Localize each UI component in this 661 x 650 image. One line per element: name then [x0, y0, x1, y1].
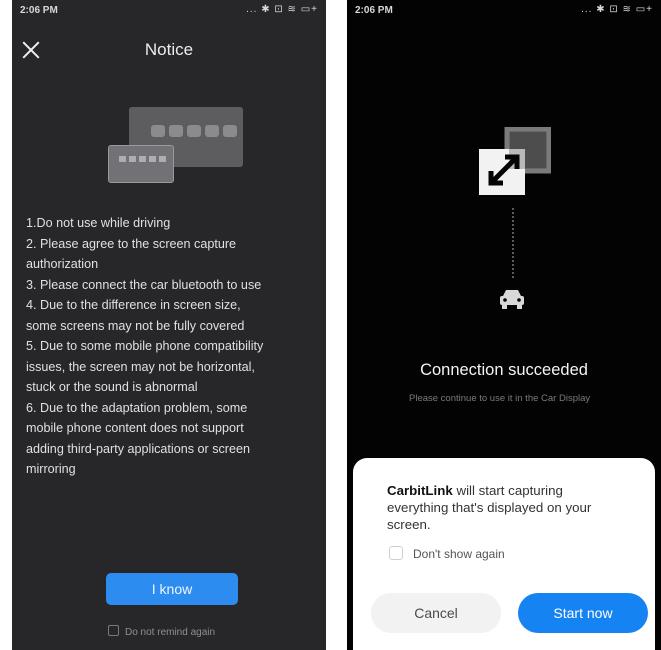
connection-subtitle: Please continue to use it in the Car Dis… [409, 393, 591, 404]
status-icons: ... ✱ ⊡ ≋ ▭+ [581, 4, 653, 15]
notice-line: 4. Due to the difference in screen size, [26, 298, 241, 312]
notice-list: 1.Do not use while driving 2. Please agr… [26, 213, 322, 480]
page-title: Notice [144, 40, 194, 59]
notice-line: 2. Please agree to the screen capture [26, 236, 237, 251]
notice-line: adding third-party applications or scree… [26, 441, 251, 456]
notice-line: stuck or the sound is abnormal [26, 380, 198, 394]
phone-screen-shape [108, 145, 174, 183]
app-name: CarbitLink [387, 483, 453, 498]
app-tile [205, 125, 219, 137]
checkbox-icon[interactable] [108, 625, 119, 636]
app-tile [119, 156, 126, 162]
dont-remind-label: Do not remind again [125, 627, 216, 638]
car-icon [500, 290, 524, 309]
status-time: 2:06 PM [355, 5, 393, 16]
notice-screen: 2:06 PM ... ✱ ⊡ ≋ ▭+ Notice 1.Do not use… [12, 0, 326, 650]
screen-projection-icon [479, 127, 551, 195]
app-tile [151, 125, 165, 137]
app-tile [169, 125, 183, 137]
dialog-message: CarbitLink will start capturing everythi… [387, 482, 627, 533]
notice-line: some screens may not be fully covered [26, 318, 245, 333]
checkbox-icon[interactable] [389, 546, 403, 560]
start-now-button[interactable]: Start now [518, 593, 648, 633]
app-tile [129, 156, 136, 162]
screen-capture-dialog: CarbitLink will start capturing everythi… [353, 458, 655, 650]
notice-line: issues, the screen may not be horizontal… [26, 359, 255, 374]
app-tile [159, 156, 166, 162]
i-know-button[interactable]: I know [106, 573, 238, 605]
app-tile [187, 125, 201, 137]
status-bar: 2:06 PM ... ✱ ⊡ ≋ ▭+ [12, 0, 326, 22]
cancel-button[interactable]: Cancel [371, 593, 501, 633]
status-bar: 2:06 PM ... ✱ ⊡ ≋ ▭+ [347, 0, 661, 22]
status-time: 2:06 PM [20, 5, 58, 16]
notice-line: mobile phone content does not support [26, 421, 244, 435]
connection-line [512, 208, 514, 278]
notice-line: 5. Due to some mobile phone compatibilit… [26, 339, 264, 353]
app-tile [139, 156, 146, 162]
status-icons: ... ✱ ⊡ ≋ ▭+ [246, 4, 318, 15]
notice-line: 3. Please connect the car bluetooth to u… [26, 277, 262, 292]
app-tile [149, 156, 156, 162]
connection-title: Connection succeeded [420, 361, 588, 379]
dont-remind-checkbox[interactable]: Do not remind again [108, 625, 215, 638]
dont-show-again-label: Don't show again [413, 547, 505, 561]
app-tile [223, 125, 237, 137]
notice-line: mirroring [26, 462, 76, 476]
notice-line: 1.Do not use while driving [26, 216, 171, 230]
connection-screen: 2:06 PM ... ✱ ⊡ ≋ ▭+ Connection succeede… [347, 0, 661, 650]
notice-line: 6. Due to the adaptation problem, some [26, 400, 248, 415]
notice-line: authorization [26, 257, 99, 271]
dont-show-again-checkbox[interactable]: Don't show again [389, 546, 505, 561]
